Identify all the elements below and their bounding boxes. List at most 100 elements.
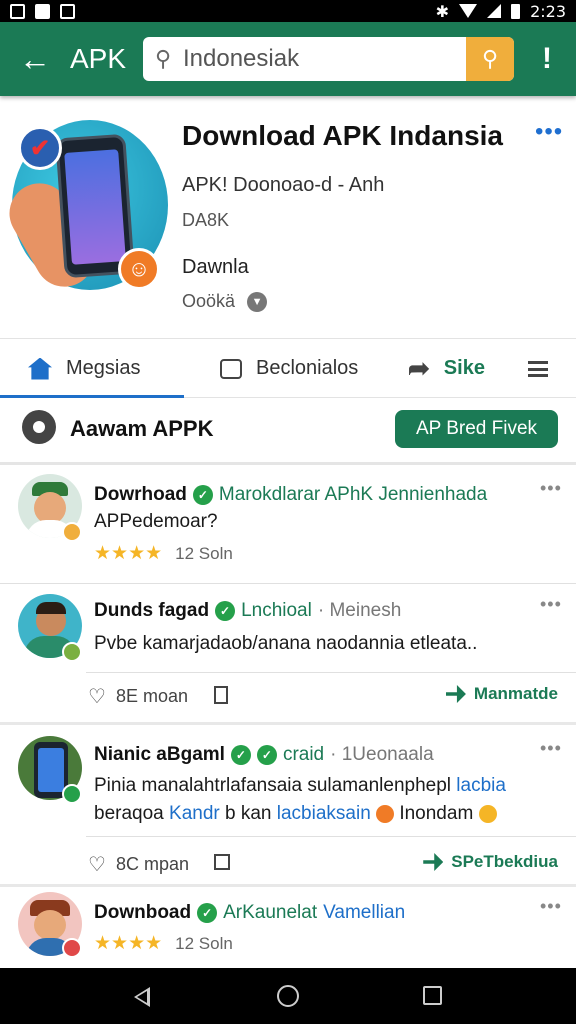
post-header: Dowrhoad ✓ Marokdlarar APhK Jennienhada [94, 484, 487, 506]
post-text-part: b kan [225, 803, 272, 824]
like-count: 8C mpan [115, 854, 189, 874]
divider [0, 722, 576, 725]
gear-icon[interactable] [22, 410, 56, 444]
forward-arrow-icon [445, 685, 466, 703]
app-icon-image: ✔ ☺ [0, 120, 168, 298]
post-tagline: craid [282, 744, 325, 765]
post-location: · 1Ueonaala [330, 744, 434, 765]
divider [0, 884, 576, 887]
mail-notification-icon [35, 3, 50, 19]
forward-button[interactable]: Manmatde [445, 684, 558, 704]
divider [0, 583, 576, 584]
verified-icon: ✓ [230, 745, 251, 765]
nav-back-icon[interactable] [134, 987, 150, 1007]
emoji-icon [478, 804, 497, 823]
post-header: Dunds fagad ✓ Lnchioal · Meinesh [94, 600, 401, 622]
bluetooth-icon: ✱ [435, 1, 450, 21]
tab-home[interactable]: Megsias [28, 339, 140, 398]
post-author[interactable]: Nianic aBgaml [94, 744, 225, 766]
forward-label: SPeTbekdiua [451, 852, 558, 871]
battery-icon [511, 3, 521, 19]
check-notification-icon [60, 3, 75, 19]
post-more-icon[interactable]: ••• [540, 478, 562, 499]
bookmark-icon[interactable] [214, 854, 230, 870]
post-text: Pinia manalahtrlafansaia sulamanlenphepl… [94, 772, 554, 828]
tab-share[interactable]: ➦ Sike [408, 339, 485, 398]
status-bar: ✱ 2:23 [0, 0, 576, 22]
app-title: APK [70, 43, 127, 74]
heart-icon: ♡ [88, 686, 106, 708]
forward-arrow-icon [423, 853, 444, 871]
app-size: DA8K [182, 210, 230, 230]
tab-menu[interactable] [528, 339, 548, 398]
smile-badge-icon: ☺ [118, 248, 160, 290]
post-more-icon[interactable]: ••• [540, 896, 562, 917]
post-location: · Meinesh [317, 600, 402, 621]
post-more-icon[interactable]: ••• [540, 594, 562, 615]
rating-count: 12 Soln [175, 543, 233, 563]
app-bar: ← APK ⚲ ⚲ ! [0, 22, 576, 96]
tab-label: Beclonialos [256, 357, 359, 379]
app-count-row: Ooökä ▼ [182, 291, 268, 312]
checkmark-badge-icon: ✔ [18, 126, 62, 170]
primary-action-button[interactable]: AP Bred Fivek [395, 410, 558, 448]
divider [86, 836, 576, 837]
star-icons: ★★★★ [94, 933, 163, 954]
system-nav-bar [0, 968, 576, 1024]
post-actions: ♡ 8E moan Manmatde [0, 674, 576, 720]
search-button[interactable]: ⚲ [466, 37, 514, 81]
divider [0, 462, 576, 465]
post-tagline: Lnchioal [241, 600, 312, 621]
chat-icon [220, 358, 242, 379]
search-icon: ⚲ [481, 46, 499, 71]
share-icon: ➦ [408, 353, 430, 383]
tab-comments[interactable]: Beclonialos [220, 339, 358, 398]
avatar-badge-icon [62, 784, 82, 804]
post-link[interactable]: Vamellian [323, 902, 405, 924]
post-author[interactable]: Dowrhoad [94, 484, 187, 506]
post-link[interactable]: lacbiaksain [277, 803, 371, 824]
post-actions: ♡ 8C mpan SPeTbekdiua [0, 842, 576, 888]
nav-recents-icon[interactable] [423, 986, 442, 1005]
post-more-icon[interactable]: ••• [540, 738, 562, 759]
section-label: Aawam APPK [70, 416, 214, 441]
post-text-part: Pinia manalahtrlafansaia sulamanlenphepl [94, 775, 452, 796]
post-link[interactable]: lacbia [456, 775, 506, 796]
home-icon [28, 357, 52, 380]
back-arrow-icon[interactable]: ← [0, 22, 70, 96]
verified-icon: ✓ [256, 745, 277, 765]
rating-stars: ★★★★ 12 Soln [94, 542, 233, 565]
app-subtitle: APK! Doonoao-d - Anh [182, 174, 385, 196]
post-author[interactable]: Downboad [94, 902, 191, 924]
avatar-badge-icon [62, 938, 82, 958]
emoji-icon [376, 804, 395, 823]
search-input[interactable] [183, 45, 463, 73]
post-header: Nianic aBgaml ✓ ✓ craid · 1Ueonaala [94, 744, 434, 766]
verified-icon: ✓ [192, 485, 213, 505]
image-notification-icon [10, 3, 25, 19]
avatar-badge-icon [62, 642, 82, 662]
nav-home-icon[interactable] [277, 985, 299, 1007]
app-developer: Dawnla [182, 256, 249, 278]
app-title-heading: Download APK Indansia [182, 120, 503, 151]
forward-button[interactable]: SPeTbekdiua [423, 852, 558, 872]
rating-count: 12 Soln [175, 933, 233, 953]
post-link[interactable]: Kandr [169, 803, 220, 824]
more-vert-icon[interactable]: ! [532, 22, 562, 96]
like-button[interactable]: ♡ 8C mpan [88, 852, 189, 877]
verified-icon: ✓ [215, 601, 236, 621]
active-tab-indicator [0, 395, 184, 398]
post-text: Pvbe kamarjadaob/anana naodannia etleata… [94, 633, 478, 654]
bookmark-icon[interactable] [214, 686, 228, 704]
tab-bar: Megsias Beclonialos ➦ Sike [0, 338, 576, 398]
post-text-part: beraqoa [94, 803, 164, 824]
post-text-part: Inondam [399, 803, 474, 824]
tab-label: Megsias [66, 357, 141, 379]
post-author[interactable]: Dunds fagad [94, 600, 209, 622]
like-count: 8E moan [115, 686, 188, 706]
like-button[interactable]: ♡ 8E moan [88, 684, 188, 709]
more-horiz-icon[interactable]: ••• [535, 118, 563, 146]
post-header: Downboad ✓ ArKaunelat Vamellian [94, 902, 405, 924]
download-icon: ▼ [247, 291, 268, 312]
status-time: 2:23 [530, 1, 566, 21]
